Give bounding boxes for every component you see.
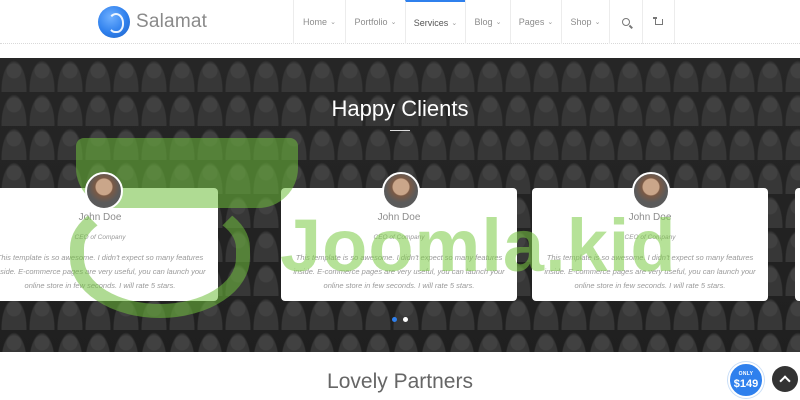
title-divider xyxy=(390,130,410,131)
nav-item-label: Portfolio xyxy=(354,17,388,27)
back-to-top-button[interactable] xyxy=(772,366,798,392)
client-role: CEO of Company xyxy=(373,234,425,241)
arrow-up-icon xyxy=(779,375,791,387)
search-icon xyxy=(622,18,630,26)
buy-badge[interactable]: ONLY $149 xyxy=(728,362,764,398)
search-button[interactable] xyxy=(609,0,642,44)
carousel-pagination xyxy=(392,317,408,322)
client-avatar xyxy=(632,172,670,210)
chevron-down-icon: ⌄ xyxy=(594,19,601,26)
site-header: Salamat Home ⌄ Portfolio ⌄ Services ⌄ Bl… xyxy=(0,0,800,44)
client-role: CEO of Company xyxy=(624,234,676,241)
cart-button[interactable] xyxy=(642,0,675,44)
nav-item-shop[interactable]: Shop ⌄ xyxy=(561,0,609,44)
logo[interactable]: Salamat xyxy=(98,6,207,38)
nav-item-pages[interactable]: Pages ⌄ xyxy=(510,0,561,44)
chevron-down-icon: ⌄ xyxy=(330,19,336,26)
nav-item-label: Home xyxy=(303,17,328,27)
nav-item-blog[interactable]: Blog ⌄ xyxy=(465,0,510,44)
client-name: John Doe xyxy=(377,212,421,223)
chevron-down-icon: ⌄ xyxy=(451,20,458,27)
testimonials-section: Happy Clients John Doe CEO of Company Th… xyxy=(0,58,800,352)
promo-price: $149 xyxy=(733,378,759,390)
nav-item-services[interactable]: Services ⌄ xyxy=(405,0,465,44)
partners-title: Lovely Partners xyxy=(327,370,473,393)
client-role: CEO of Company xyxy=(74,234,126,241)
chevron-down-icon: ⌄ xyxy=(547,19,554,26)
client-avatar xyxy=(382,172,420,210)
client-name: John Doe xyxy=(628,212,672,223)
testimonial-text: This template is so awesome. I didn't ex… xyxy=(293,253,505,290)
chevron-down-icon: ⌄ xyxy=(495,19,502,26)
nav-item-label: Blog xyxy=(474,17,493,27)
chevron-down-icon: ⌄ xyxy=(390,19,397,26)
client-avatar xyxy=(85,172,123,210)
nav-item-label: Pages xyxy=(518,17,545,27)
nav-item-portfolio[interactable]: Portfolio ⌄ xyxy=(345,0,405,44)
logo-mark-icon xyxy=(98,6,130,38)
carousel-dot-1[interactable] xyxy=(392,317,397,322)
carousel-dot-2[interactable] xyxy=(403,317,408,322)
nav-item-home[interactable]: Home ⌄ xyxy=(293,0,345,44)
testimonial-text: This template is so awesome. I didn't ex… xyxy=(544,253,756,290)
nav-item-label: Shop xyxy=(570,17,592,27)
nav-item-label: Services xyxy=(413,18,449,28)
section-title: Happy Clients xyxy=(331,96,469,121)
promo-label: ONLY xyxy=(738,371,754,377)
testimonial-text: This template is so awesome. I didn't ex… xyxy=(0,253,206,290)
main-nav: Home ⌄ Portfolio ⌄ Services ⌄ Blog ⌄ Pag… xyxy=(293,0,675,44)
brand-name: Salamat xyxy=(136,11,208,32)
cart-icon xyxy=(652,17,663,25)
client-name: John Doe xyxy=(78,212,122,223)
next-card-edge xyxy=(795,188,800,301)
